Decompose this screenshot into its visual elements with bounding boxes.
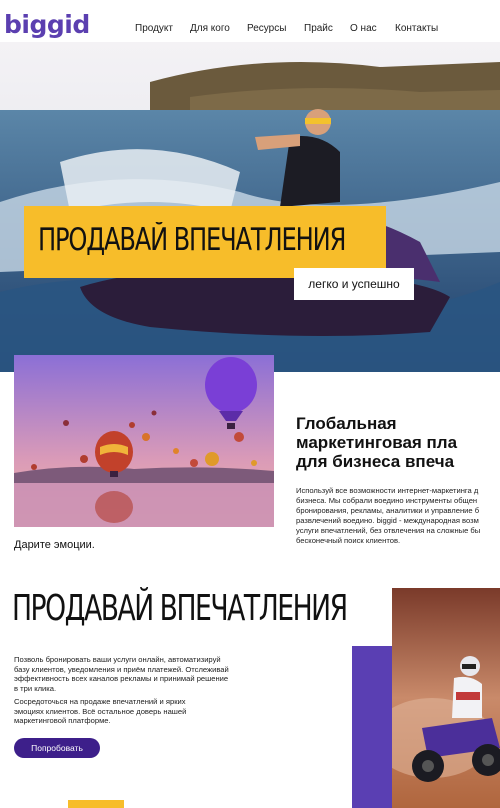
platform-heading-line: для бизнеса впеча [296, 452, 455, 471]
description-line: бизнеса. Мы собрали воедино инструменты … [296, 496, 478, 505]
focus-description: Сосредоточься на продаже впечатлений и я… [14, 697, 264, 726]
booking-line: Позволь бронировать ваши услуги онлайн, … [14, 655, 221, 664]
focus-line: Сосредоточься на продаже впечатлений и я… [14, 697, 186, 706]
description-line: услуги впечатлений, без отвлечения на сл… [296, 526, 481, 535]
purple-accent-block [352, 646, 394, 808]
atv-image [392, 588, 500, 808]
platform-description: Используй все возможности интернет-марке… [296, 486, 500, 546]
description-line: Используй все возможности интернет-марке… [296, 486, 479, 495]
yellow-accent-strip [68, 800, 124, 808]
booking-line: в три клика. [14, 683, 57, 693]
nav-item-about[interactable]: О нас [350, 23, 377, 34]
hero-title: ПРОДАВАЙ ВПЕЧАТЛЕНИЯ [38, 222, 346, 258]
hero-subtitle: легко и успешно [308, 277, 400, 291]
platform-heading: Глобальная маркетинговая пла для бизнеса… [296, 414, 457, 471]
balloons-image [14, 355, 274, 527]
focus-line: маркетинговой платформе. [14, 716, 111, 726]
section-title: ПРОДАВАЙ ВПЕЧАТЛЕНИЯ [12, 588, 348, 629]
nav-item-pricing[interactable]: Прайс [304, 23, 333, 34]
try-button[interactable]: Попробовать [14, 738, 100, 758]
nav-item-product[interactable]: Продукт [135, 23, 173, 34]
description-line: бесконечный поиск клиентов. [296, 536, 401, 545]
booking-line: базу клиентов, уведомления и приём плате… [14, 664, 229, 674]
description-line: бронирования, рекламы, аналитики и управ… [296, 506, 480, 515]
booking-line: эффективность всех каналов рекламы и при… [14, 674, 229, 684]
nav-item-for-whom[interactable]: Для кого [190, 23, 230, 34]
booking-description: Позволь бронировать ваши услуги онлайн, … [14, 655, 264, 693]
nav-item-resources[interactable]: Ресурсы [247, 23, 286, 34]
logo[interactable]: biggid [4, 10, 90, 39]
focus-line: эмоциях клиентов. Всё остальное доверь н… [14, 706, 187, 716]
platform-heading-line: маркетинговая пла [296, 433, 458, 452]
description-line: развлечений воедино. biggid - международ… [296, 516, 479, 525]
platform-heading-line: Глобальная [296, 414, 397, 433]
balloons-caption: Дарите эмоции. [14, 539, 95, 551]
nav-item-contacts[interactable]: Контакты [395, 23, 438, 34]
